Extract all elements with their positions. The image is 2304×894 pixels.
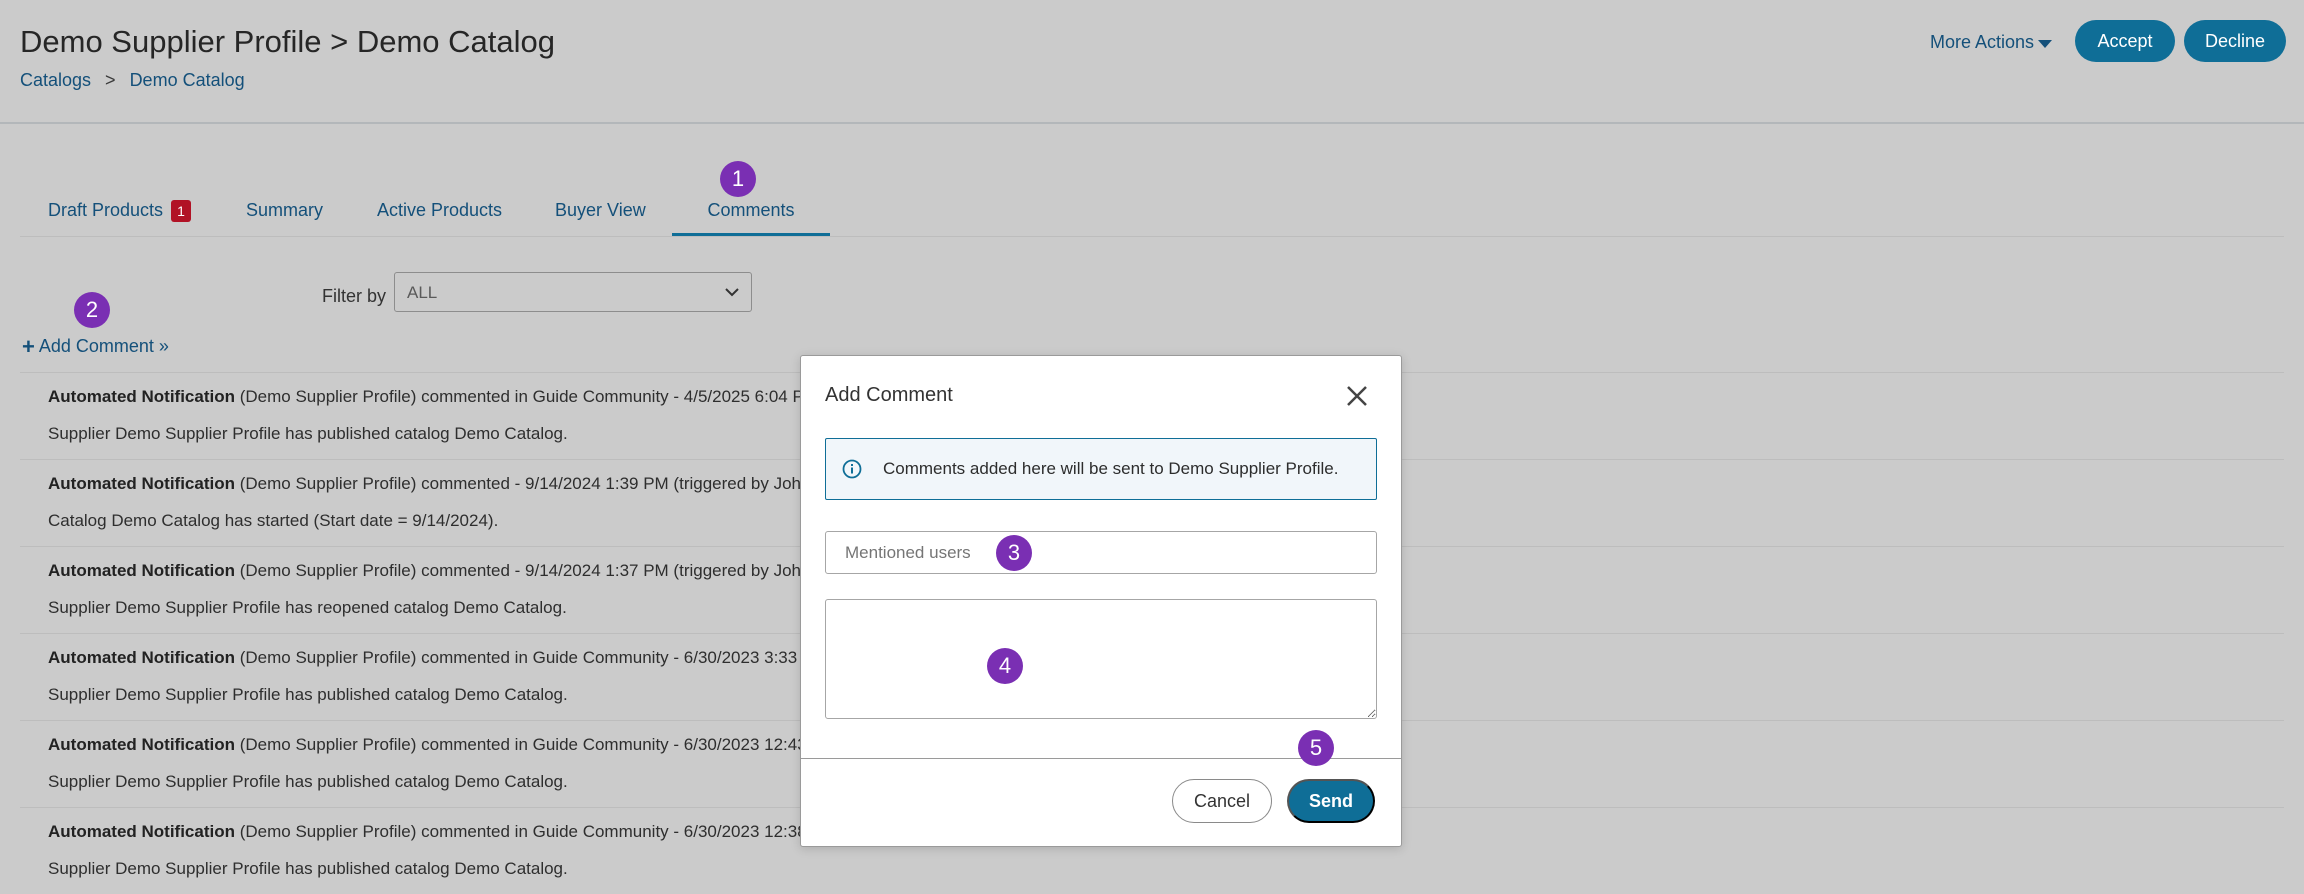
filter-label: Filter by <box>322 286 387 306</box>
tab-buyer-view[interactable]: Buyer View <box>555 200 646 221</box>
mentioned-users-input[interactable] <box>825 531 1377 574</box>
comment-details: (Demo Supplier Profile) commented - 9/14… <box>235 474 811 493</box>
close-icon[interactable] <box>1345 384 1369 408</box>
comment-body: Catalog Demo Catalog has started (Start … <box>48 511 499 530</box>
comment-meta: Automated Notification (Demo Supplier Pr… <box>48 561 810 581</box>
step-marker-2: 2 <box>74 292 110 328</box>
caret-down-icon <box>2038 39 2053 48</box>
plus-icon: + <box>22 333 35 359</box>
comment-details: (Demo Supplier Profile) commented in Gui… <box>235 648 807 667</box>
add-comment-label: Add Comment » <box>38 336 169 356</box>
comment-author: Automated Notification <box>48 735 235 754</box>
step-marker-4: 4 <box>987 648 1023 684</box>
comment-author: Automated Notification <box>48 561 235 580</box>
comment-meta: Automated Notification (Demo Supplier Pr… <box>48 648 807 668</box>
tab-active-products[interactable]: Active Products <box>377 200 502 221</box>
more-actions-label: More Actions <box>1930 32 2035 52</box>
cancel-button[interactable]: Cancel <box>1172 779 1272 823</box>
comment-details: (Demo Supplier Profile) commented in Gui… <box>235 822 807 841</box>
comment-details: (Demo Supplier Profile) commented in Gui… <box>235 387 804 406</box>
info-icon <box>842 459 862 479</box>
send-button[interactable]: Send <box>1287 779 1375 823</box>
comment-meta: Automated Notification (Demo Supplier Pr… <box>48 387 804 407</box>
chevron-down-icon <box>725 288 739 297</box>
filter-select[interactable]: ALL <box>394 272 752 312</box>
comment-details: (Demo Supplier Profile) commented in Gui… <box>235 735 807 754</box>
more-actions-button[interactable]: More Actions <box>1930 32 2053 53</box>
dialog-title: Add Comment <box>825 384 953 406</box>
comment-textarea[interactable] <box>825 599 1377 719</box>
add-comment-dialog: Add Comment Comments added here will be … <box>800 355 1402 847</box>
step-marker-3: 3 <box>996 535 1032 571</box>
page-title: Demo Supplier Profile > Demo Catalog <box>20 24 556 59</box>
breadcrumb-demo-catalog[interactable]: Demo Catalog <box>130 70 245 90</box>
breadcrumb: Catalogs > Demo Catalog <box>20 70 245 91</box>
accept-button[interactable]: Accept <box>2075 20 2175 62</box>
breadcrumb-catalogs[interactable]: Catalogs <box>20 70 91 90</box>
step-marker-5: 5 <box>1298 730 1334 766</box>
comment-author: Automated Notification <box>48 648 235 667</box>
step-marker-1: 1 <box>720 161 756 197</box>
comment-author: Automated Notification <box>48 474 235 493</box>
comment-body: Supplier Demo Supplier Profile has reope… <box>48 598 567 617</box>
draft-count-badge: 1 <box>171 200 192 223</box>
filter-selected-value: ALL <box>407 283 438 302</box>
tab-summary[interactable]: Summary <box>246 200 323 221</box>
comment-details: (Demo Supplier Profile) commented - 9/14… <box>235 561 811 580</box>
tab-draft-products[interactable]: Draft Products 1 <box>48 200 192 223</box>
breadcrumb-separator: > <box>105 70 116 90</box>
catalog-tabs: Draft Products 1 Summary Active Products … <box>20 190 2284 237</box>
comment-body: Supplier Demo Supplier Profile has publi… <box>48 772 568 791</box>
comment-body: Supplier Demo Supplier Profile has publi… <box>48 859 568 878</box>
decline-button[interactable]: Decline <box>2184 20 2286 62</box>
active-tab-indicator <box>672 233 830 236</box>
comment-meta: Automated Notification (Demo Supplier Pr… <box>48 822 807 842</box>
page-header: Demo Supplier Profile > Demo Catalog Cat… <box>0 0 2304 124</box>
comment-meta: Automated Notification (Demo Supplier Pr… <box>48 735 807 755</box>
comment-author: Automated Notification <box>48 387 235 406</box>
comment-body: Supplier Demo Supplier Profile has publi… <box>48 424 568 443</box>
comment-meta: Automated Notification (Demo Supplier Pr… <box>48 474 810 494</box>
info-text: Comments added here will be sent to Demo… <box>883 459 1339 478</box>
info-notice: Comments added here will be sent to Demo… <box>825 438 1377 500</box>
add-comment-link[interactable]: + Add Comment » <box>22 333 169 359</box>
tab-draft-products-label: Draft Products <box>48 200 164 220</box>
comment-author: Automated Notification <box>48 822 235 841</box>
tab-comments[interactable]: Comments <box>672 200 830 221</box>
comment-body: Supplier Demo Supplier Profile has publi… <box>48 685 568 704</box>
